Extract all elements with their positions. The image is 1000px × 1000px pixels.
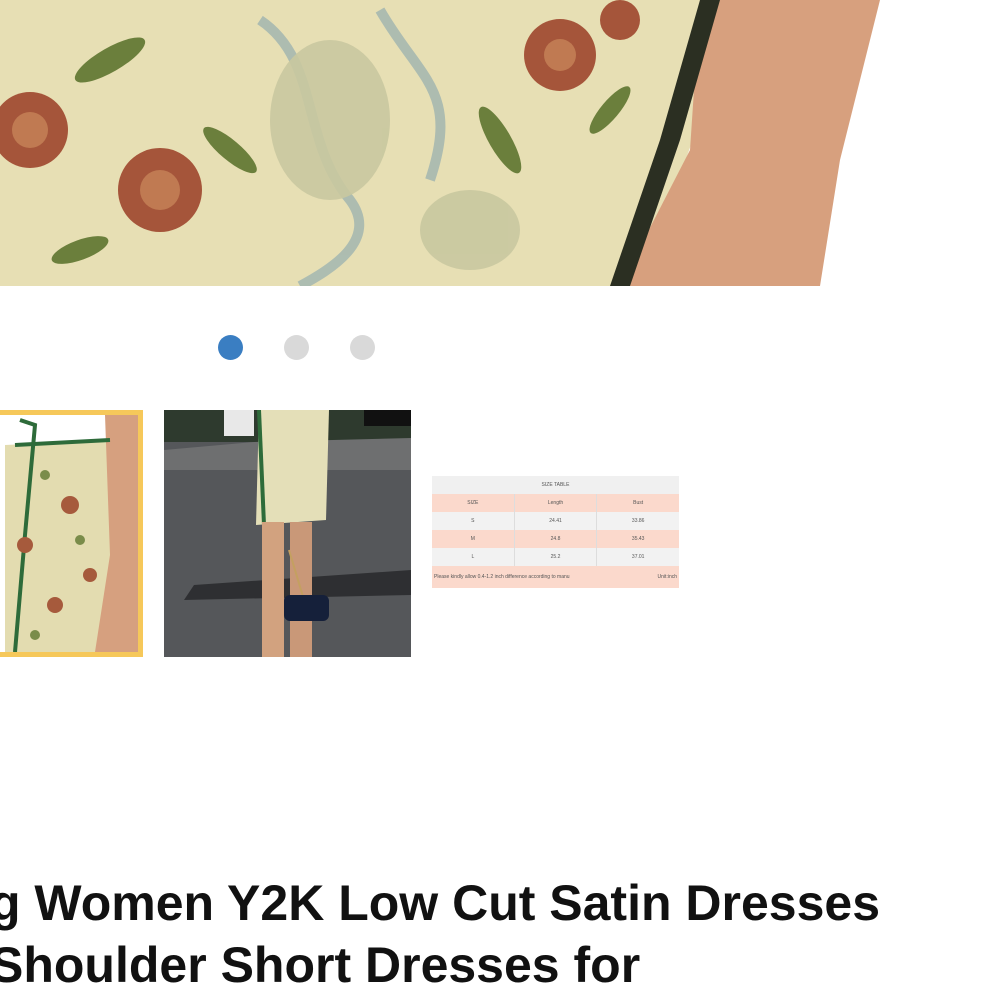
product-title-line-1: g Women Y2K Low Cut Satin Dresses (0, 875, 881, 931)
thumbnail-3-size-table[interactable]: SIZE TABLE SIZE Length Bust S 24.41 33.8… (432, 476, 679, 590)
size-table-note: Please kindly allow 0.4-1.2 inch differe… (434, 574, 570, 580)
size-table-header: SIZE Length Bust (432, 494, 679, 512)
carousel-indicator (0, 335, 1000, 361)
product-title: g Women Y2K Low Cut Satin Dresses Should… (0, 872, 1000, 996)
length-header: Length (515, 494, 598, 512)
length-cell: 24.8 (515, 530, 598, 548)
carousel-dot-1[interactable] (218, 335, 243, 360)
length-cell: 25.2 (515, 548, 598, 566)
size-header: SIZE (432, 494, 515, 512)
product-main-image[interactable] (0, 0, 1000, 286)
bust-header: Bust (633, 500, 644, 506)
size-cell: M (432, 530, 515, 548)
size-table-row: S 24.41 33.86 (432, 512, 679, 530)
carousel-dot-2[interactable] (284, 335, 309, 360)
length-cell: 24.41 (515, 512, 598, 530)
product-title-line-2: Shoulder Short Dresses for (0, 937, 641, 993)
bust-cell: 37.01 (631, 554, 645, 560)
size-table-row: L 25.2 37.01 (432, 548, 679, 566)
carousel-dot-3[interactable] (350, 335, 375, 360)
size-table-row: M 24.8 35.43 (432, 530, 679, 548)
size-cell: S (432, 512, 515, 530)
bust-cell: 33.86 (631, 518, 645, 524)
thumbnail-2[interactable] (164, 410, 411, 657)
size-cell: L (432, 548, 515, 566)
size-table-unit: Unit:inch (657, 574, 677, 580)
bust-cell: 35.43 (631, 536, 645, 542)
size-table-footer: Please kindly allow 0.4-1.2 inch differe… (432, 566, 679, 588)
thumbnail-1[interactable] (0, 410, 143, 657)
size-table-title: SIZE TABLE (432, 476, 679, 494)
